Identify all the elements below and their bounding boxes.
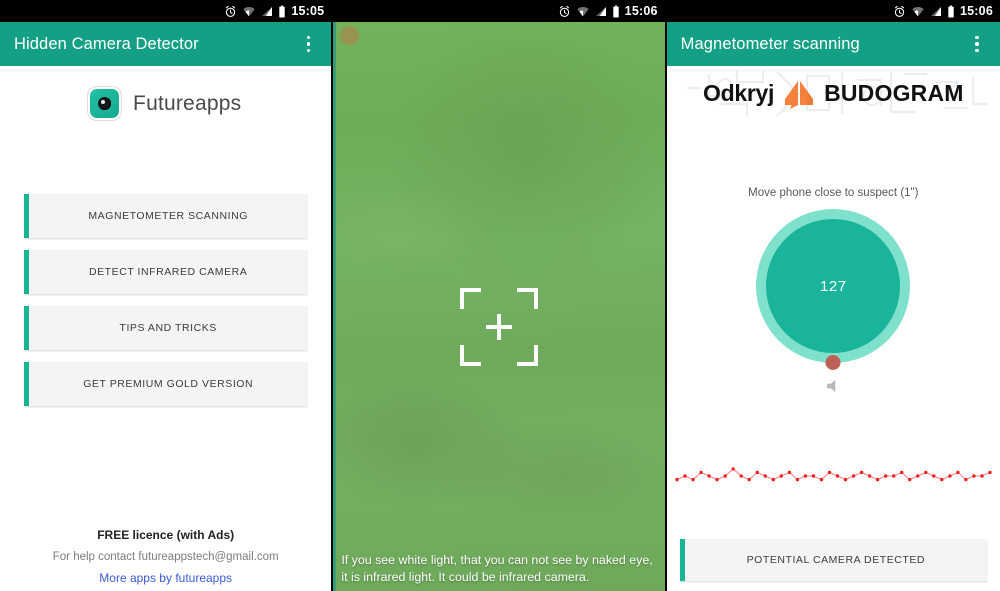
wifi-icon — [912, 6, 924, 16]
gauge-value: 127 — [820, 277, 847, 295]
detect-infrared-camera-button[interactable]: DETECT INFRARED CAMERA — [24, 250, 308, 294]
contact-text: For help contact futureappstech@gmail.co… — [52, 551, 279, 563]
app-bar: Hidden Camera Detector — [0, 22, 332, 66]
signal-icon — [262, 6, 273, 16]
magnetometer-body: Odkryj BUDOGRAM Move phone close to susp… — [666, 66, 1000, 591]
button-label: DETECT INFRARED CAMERA — [88, 266, 248, 278]
battery-icon — [279, 5, 286, 17]
status-bar-time: 15:06 — [960, 3, 993, 18]
screen-infrared-camera: 15:06 If you see white light, that you c… — [333, 0, 667, 591]
preview-left-edge — [333, 22, 337, 591]
more-apps-link[interactable]: More apps by futureapps — [0, 571, 331, 585]
screen-home: 15:05 Hidden Camera Detector Futureapps … — [0, 0, 334, 591]
status-bar: 15:05 — [0, 0, 332, 22]
budogram-house-logo-icon — [785, 80, 814, 109]
battery-icon — [948, 5, 954, 17]
button-label: TIPS AND TRICKS — [119, 322, 217, 334]
status-bar: 15:06 — [333, 0, 665, 22]
main-action-list: MAGNETOMETER SCANNING DETECT INFRARED CA… — [0, 194, 331, 406]
licence-text: FREE licence (with Ads) — [97, 528, 235, 542]
alarm-icon — [226, 5, 236, 17]
infrared-hint-text: If you see white light, that you can not… — [341, 553, 653, 584]
magnetometer-hint-text: Move phone close to suspect (1") — [748, 187, 919, 199]
button-label: POTENTIAL CAMERA DETECTED — [746, 554, 926, 566]
home-footer: FREE licence (with Ads) For help contact… — [0, 528, 331, 585]
status-bar: 15:06 — [666, 0, 1000, 22]
lens-flare-dot-icon — [340, 26, 360, 45]
magnetometer-scanning-button[interactable]: MAGNETOMETER SCANNING — [24, 194, 308, 238]
gauge-marker-dot-icon — [825, 355, 841, 370]
gauge-container: 127 — [667, 209, 1000, 370]
button-label: GET PREMIUM GOLD VERSION — [83, 378, 254, 390]
get-premium-gold-version-button[interactable]: GET PREMIUM GOLD VERSION — [24, 362, 308, 406]
magnetic-field-chart — [667, 451, 1000, 501]
ad-headline-right: BUDOGRAM — [824, 80, 964, 106]
alarm-icon — [559, 5, 569, 17]
wifi-icon — [243, 6, 256, 16]
detection-status-row: POTENTIAL CAMERA DETECTED — [667, 539, 1000, 581]
kebab-menu-icon[interactable] — [299, 33, 317, 55]
page-title: Magnetometer scanning — [680, 34, 860, 53]
focus-reticle-icon — [459, 288, 538, 366]
magnetometer-gauge: 127 — [756, 209, 911, 370]
ad-headline-left: Odkryj — [702, 80, 775, 106]
home-body: Futureapps MAGNETOMETER SCANNING DETECT … — [0, 66, 332, 591]
brand-row: Futureapps — [0, 89, 331, 118]
battery-icon — [612, 5, 619, 17]
ad-banner[interactable]: Odkryj BUDOGRAM — [666, 66, 1000, 121]
kebab-menu-icon[interactable] — [968, 33, 986, 55]
signal-icon — [931, 6, 941, 16]
gauge-inner-disc: 127 — [766, 219, 901, 353]
brand-name: Futureapps — [133, 91, 242, 115]
three-screenshot-strip: 15:05 Hidden Camera Detector Futureapps … — [0, 0, 1000, 591]
potential-camera-detected-button[interactable]: POTENTIAL CAMERA DETECTED — [679, 539, 987, 581]
alarm-icon — [894, 5, 905, 17]
camera-preview[interactable]: If you see white light, that you can not… — [333, 22, 665, 591]
camera-lens-app-icon — [90, 89, 120, 118]
speaker-mute-icon[interactable] — [823, 377, 843, 395]
signal-icon — [595, 6, 606, 16]
page-title: Hidden Camera Detector — [14, 34, 199, 53]
status-bar-time: 15:05 — [291, 3, 325, 18]
status-bar-time: 15:06 — [624, 3, 658, 18]
button-label: MAGNETOMETER SCANNING — [88, 210, 248, 222]
speaker-row — [667, 377, 1000, 395]
wifi-icon — [576, 6, 589, 16]
magnetic-field-chart-svg — [674, 467, 992, 482]
screen-magnetometer: 15:06 Magnetometer scanning Odkryj BUDOG… — [666, 0, 1000, 591]
tips-and-tricks-button[interactable]: TIPS AND TRICKS — [24, 306, 308, 350]
app-bar: Magnetometer scanning — [666, 22, 1000, 66]
